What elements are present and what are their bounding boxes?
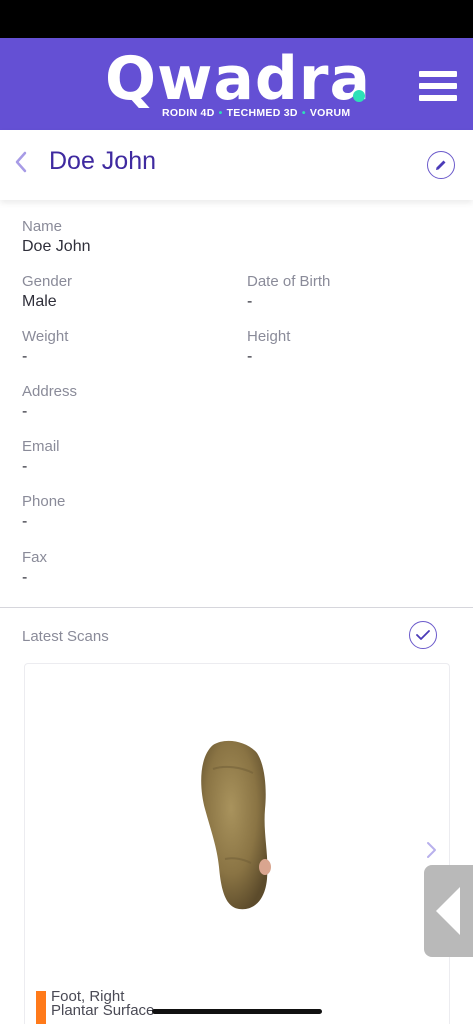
edit-button[interactable] — [427, 151, 455, 179]
field-address: Address - — [22, 383, 242, 422]
app-header: Qwadra RODIN 4D • TECHMED 3D • VORUM — [0, 38, 473, 130]
triangle-left-icon — [436, 887, 460, 935]
check-icon — [416, 630, 430, 640]
phone-value: - — [22, 513, 28, 530]
scan-card[interactable] — [24, 663, 450, 1024]
home-indicator[interactable] — [152, 1009, 322, 1014]
gender-value: Male — [22, 293, 57, 310]
fax-label: Fax — [22, 549, 48, 566]
field-height: Height - — [247, 328, 467, 367]
field-name: Name Doe John — [22, 218, 242, 257]
brand-subtitle: RODIN 4D • TECHMED 3D • VORUM — [162, 107, 351, 119]
patient-details: Name Doe John Gender Male Date of Birth … — [0, 200, 473, 608]
brand-dot — [353, 90, 365, 102]
address-label: Address — [22, 383, 78, 400]
foot-scan-image — [201, 740, 271, 910]
brand-sub-2: TECHMED 3D — [226, 107, 298, 119]
chevron-left-icon[interactable] — [14, 150, 36, 178]
gender-label: Gender — [22, 273, 73, 290]
field-weight: Weight - — [22, 328, 242, 367]
address-value: - — [22, 403, 28, 420]
scan-label: Foot, Right Plantar Surface — [51, 989, 155, 1019]
dob-label: Date of Birth — [247, 273, 331, 290]
section-divider — [0, 607, 473, 608]
patient-title-bar: Doe John — [0, 130, 473, 200]
brand-logo: Qwadra RODIN 4D • TECHMED 3D • VORUM — [105, 44, 375, 124]
brand-sub-1: RODIN 4D — [162, 107, 215, 119]
latest-scans-heading: Latest Scans — [22, 628, 109, 645]
brand-sub-3: VORUM — [309, 107, 351, 119]
height-label: Height — [247, 328, 291, 345]
chevron-right-icon[interactable] — [425, 841, 437, 865]
name-label: Name — [22, 218, 63, 235]
name-value: Doe John — [22, 238, 91, 255]
field-fax: Fax - — [22, 549, 242, 588]
brand-name: Qwadra — [105, 44, 371, 114]
scan-color-tag — [36, 991, 46, 1024]
field-dob: Date of Birth - — [247, 273, 467, 312]
height-value: - — [247, 348, 253, 365]
scan-label-line2: Plantar Surface — [51, 1002, 155, 1019]
pencil-icon — [436, 160, 446, 170]
weight-label: Weight — [22, 328, 69, 345]
status-bar — [0, 0, 473, 38]
field-phone: Phone - — [22, 493, 242, 532]
field-gender: Gender Male — [22, 273, 242, 312]
email-value: - — [22, 458, 28, 475]
field-email: Email - — [22, 438, 242, 477]
fax-value: - — [22, 569, 28, 586]
hamburger-menu-icon[interactable] — [419, 71, 457, 101]
side-drawer-handle[interactable] — [424, 865, 473, 957]
dob-value: - — [247, 293, 253, 310]
page-title: Doe John — [49, 147, 157, 175]
weight-value: - — [22, 348, 28, 365]
select-scans-button[interactable] — [409, 621, 437, 649]
phone-label: Phone — [22, 493, 66, 510]
email-label: Email — [22, 438, 60, 455]
